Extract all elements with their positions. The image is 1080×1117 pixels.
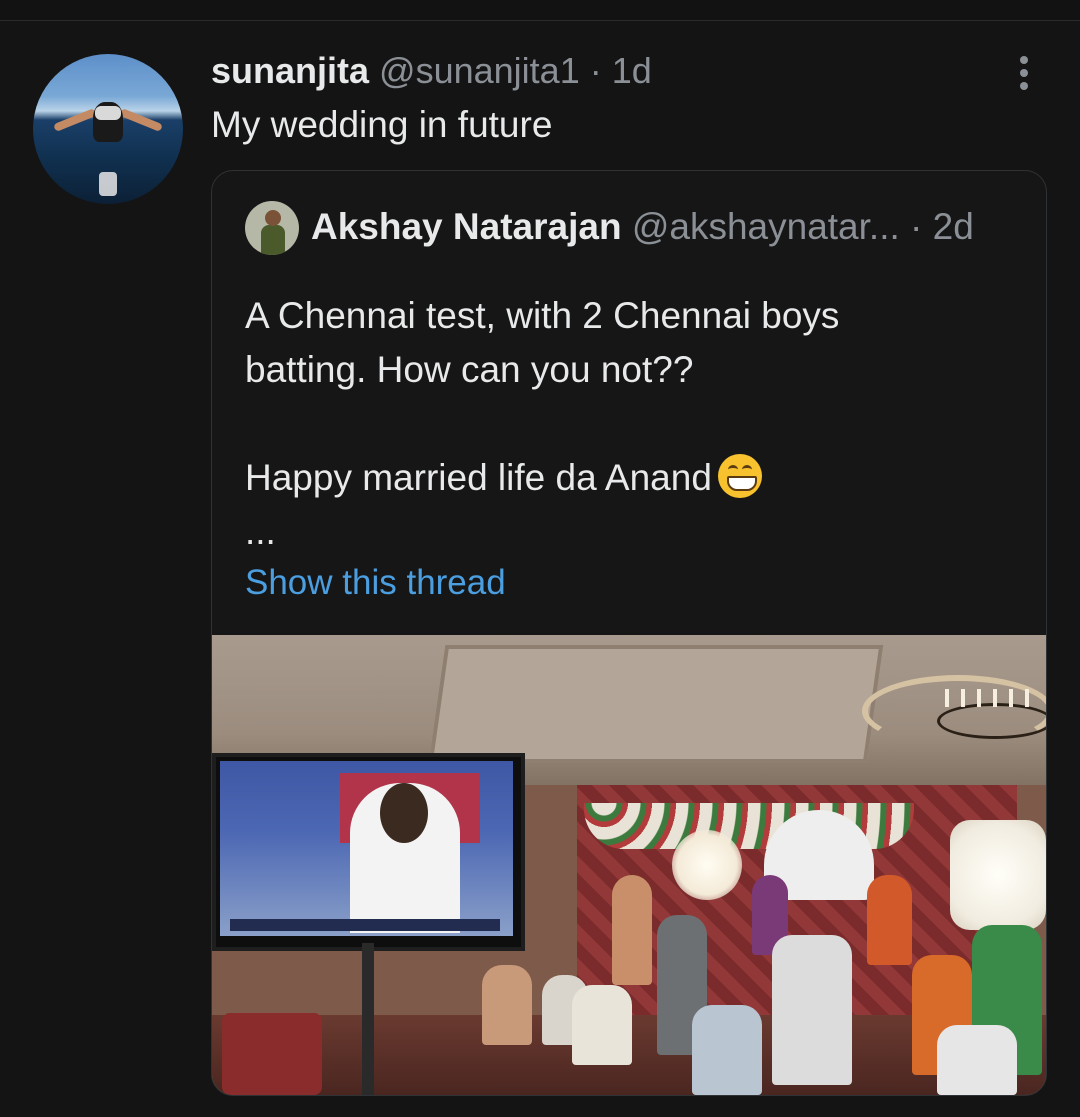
quoted-tweet-text: A Chennai test, with 2 Chennai boys batt… bbox=[245, 289, 1025, 559]
separator: · bbox=[910, 206, 923, 247]
quoted-tweet[interactable]: Akshay Natarajan @akshaynatar... · 2d A … bbox=[211, 170, 1047, 1096]
show-thread-link[interactable]: Show this thread bbox=[245, 563, 506, 603]
quoted-text-line: batting. How can you not?? bbox=[245, 349, 694, 390]
author-name[interactable]: sunanjita bbox=[211, 50, 369, 91]
tweet[interactable]: sunanjita @sunanjita1 · 1d My wedding in… bbox=[0, 0, 1080, 1097]
author-avatar[interactable] bbox=[33, 54, 183, 204]
softbox-light bbox=[950, 820, 1046, 930]
tv-stand bbox=[362, 943, 374, 1095]
avatar-detail bbox=[99, 172, 117, 196]
quoted-text-line-with-emoji: Happy married life da Anand bbox=[245, 451, 1025, 505]
avatar-detail bbox=[261, 225, 285, 255]
author-handle[interactable]: @sunanjita1 bbox=[379, 50, 580, 91]
tweet-text: My wedding in future bbox=[211, 104, 553, 145]
quoted-author-avatar[interactable] bbox=[245, 201, 299, 255]
person bbox=[937, 1025, 1017, 1095]
quoted-tweet-time[interactable]: 2d bbox=[933, 206, 974, 247]
avatar-detail bbox=[119, 108, 163, 132]
quoted-author-handle[interactable]: @akshaynatar... bbox=[632, 206, 900, 247]
separator: · bbox=[589, 50, 602, 91]
quoted-text-line: Happy married life da Anand bbox=[245, 457, 712, 498]
studio-light bbox=[672, 830, 742, 900]
person bbox=[612, 875, 652, 985]
person bbox=[772, 935, 852, 1085]
person bbox=[692, 1005, 762, 1095]
tv-screen bbox=[220, 761, 513, 936]
quoted-text-line: A Chennai test, with 2 Chennai boys bbox=[245, 295, 840, 336]
avatar-detail bbox=[95, 106, 121, 120]
quoted-tweet-header: Akshay Natarajan @akshaynatar... · 2d bbox=[311, 206, 974, 248]
television bbox=[212, 753, 525, 951]
tweet-photo[interactable] bbox=[212, 635, 1046, 1095]
ellipsis: ... bbox=[245, 511, 276, 552]
person bbox=[572, 985, 632, 1065]
grinning-face-icon bbox=[717, 454, 762, 498]
sofa bbox=[222, 1013, 322, 1095]
tweet-header: sunanjita @sunanjita1 · 1d bbox=[211, 50, 652, 92]
person bbox=[482, 965, 532, 1045]
tweet-time[interactable]: 1d bbox=[612, 50, 652, 91]
photo-ceiling-panel bbox=[428, 645, 884, 763]
avatar-detail bbox=[53, 108, 97, 132]
quoted-author-name[interactable]: Akshay Natarajan bbox=[311, 206, 622, 247]
avatar-detail bbox=[265, 210, 281, 226]
chandelier bbox=[937, 683, 1046, 743]
person bbox=[867, 875, 912, 965]
more-vertical-icon[interactable] bbox=[1012, 53, 1036, 93]
